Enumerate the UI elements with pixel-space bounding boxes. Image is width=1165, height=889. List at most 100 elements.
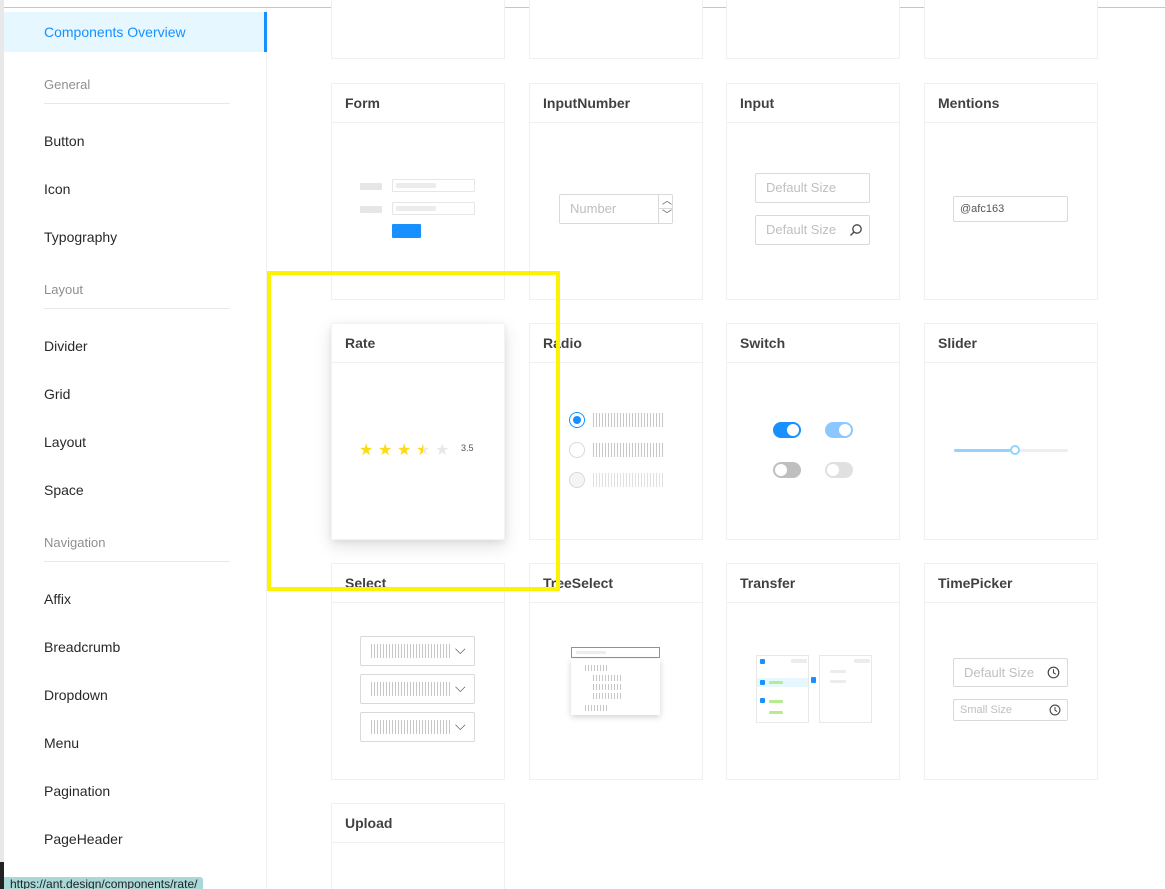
sidebar-item-pagination[interactable]: Pagination xyxy=(4,771,267,811)
card-title: TimePicker xyxy=(925,564,1097,603)
component-card-partial[interactable] xyxy=(529,0,703,59)
component-card-partial[interactable] xyxy=(331,0,505,59)
radio-disabled xyxy=(569,472,585,488)
component-card-upload[interactable]: Upload xyxy=(331,803,505,889)
sidebar-item-icon[interactable]: Icon xyxy=(4,169,267,209)
mentions-input: @afc163 xyxy=(953,196,1068,222)
card-title: Rate xyxy=(332,324,504,363)
select-box: ⌵ xyxy=(360,674,475,704)
card-title: Switch xyxy=(727,324,899,363)
chevron-up-icon: ︿ xyxy=(662,196,672,207)
sidebar-item-button[interactable]: Button xyxy=(4,121,267,161)
switch-on xyxy=(773,422,801,438)
number-stepper: ︿ ﹀ xyxy=(658,195,673,223)
card-title: Slider xyxy=(925,324,1097,363)
switch-off-disabled xyxy=(825,462,853,478)
switch-preview xyxy=(727,363,899,539)
chevron-down-icon: ﹀ xyxy=(662,210,672,221)
treeselect-input xyxy=(571,647,660,658)
card-title: Upload xyxy=(332,804,504,843)
component-card-partial[interactable] xyxy=(924,0,1098,59)
component-card-timepicker[interactable]: TimePicker Default Size Small Size xyxy=(924,563,1098,780)
sidebar-item-menu[interactable]: Menu xyxy=(4,723,267,763)
transfer-source-list xyxy=(756,655,809,723)
clock-icon xyxy=(1049,704,1061,716)
radio-label-placeholder xyxy=(593,473,663,487)
sidebar-item-breadcrumb[interactable]: Breadcrumb xyxy=(4,627,267,667)
component-card-radio[interactable]: Radio xyxy=(529,323,703,540)
input-preview: Default Size Default Size xyxy=(727,123,899,299)
treeselect-preview xyxy=(530,603,702,779)
transfer-preview xyxy=(727,603,899,779)
input-placeholder: Default Size xyxy=(755,173,870,203)
treeselect-dropdown xyxy=(571,659,660,715)
search-icon xyxy=(850,224,862,236)
component-card-partial[interactable] xyxy=(726,0,900,59)
slider-preview xyxy=(925,363,1097,539)
card-title: Radio xyxy=(530,324,702,363)
component-card-switch[interactable]: Switch xyxy=(726,323,900,540)
clock-icon xyxy=(1047,666,1060,679)
form-submit-placeholder xyxy=(392,224,421,238)
sidebar-item-affix[interactable]: Affix xyxy=(4,579,267,619)
component-card-treeselect[interactable]: TreeSelect xyxy=(529,563,703,780)
component-card-form[interactable]: Form xyxy=(331,83,505,300)
slider-handle xyxy=(1010,445,1020,455)
sidebar-group-general: General xyxy=(44,68,230,104)
form-preview xyxy=(332,123,504,299)
star-icon-filled: ★ xyxy=(359,442,374,459)
slider-track xyxy=(954,449,1014,452)
card-title: Input xyxy=(727,84,899,123)
card-title: InputNumber xyxy=(530,84,702,123)
sidebar-item-pageheader[interactable]: PageHeader xyxy=(4,819,267,859)
sidebar-group-layout: Layout xyxy=(44,273,230,309)
rate-value: 3.5 xyxy=(461,443,474,453)
component-card-transfer[interactable]: Transfer xyxy=(726,563,900,780)
component-card-slider[interactable]: Slider xyxy=(924,323,1098,540)
sidebar-item-dropdown[interactable]: Dropdown xyxy=(4,675,267,715)
radio-label-placeholder xyxy=(593,413,663,427)
card-title: Transfer xyxy=(727,564,899,603)
radio-preview xyxy=(530,363,702,539)
star-icon-empty: ★ xyxy=(435,442,450,459)
form-label-placeholder xyxy=(360,183,382,190)
form-field-text xyxy=(396,183,436,188)
status-url: https://ant.design/components/rate/ xyxy=(4,877,204,889)
card-title: Form xyxy=(332,84,504,123)
card-title: Select xyxy=(332,564,504,603)
sidebar-item-grid[interactable]: Grid xyxy=(4,374,267,414)
sidebar-item-space[interactable]: Space xyxy=(4,470,267,510)
switch-on-disabled xyxy=(825,422,853,438)
chevron-down-icon: ⌵ xyxy=(455,679,466,695)
component-card-inputnumber[interactable]: InputNumber Number ︿ ﹀ xyxy=(529,83,703,300)
star-icon-filled: ★ xyxy=(378,442,393,459)
star-icon-filled: ★ xyxy=(397,442,412,459)
sidebar-item-typography[interactable]: Typography xyxy=(4,217,267,257)
sidebar-item-components-overview[interactable]: Components Overview xyxy=(4,12,267,52)
component-card-input[interactable]: Input Default Size Default Size xyxy=(726,83,900,300)
number-input-placeholder: Number xyxy=(559,194,673,224)
inputnumber-preview: Number ︿ ﹀ xyxy=(530,123,702,299)
select-box: ⌵ xyxy=(360,712,475,742)
transfer-arrow xyxy=(811,677,816,683)
component-card-select[interactable]: Select ⌵ ⌵ ⌵ xyxy=(331,563,505,780)
sidebar-item-layout[interactable]: Layout xyxy=(4,422,267,462)
rate-preview: ★ ★ ★ ★ ★ 3.5 xyxy=(332,363,504,539)
chevron-down-icon: ⌵ xyxy=(455,641,466,657)
radio-label-placeholder xyxy=(593,443,663,457)
radio-checked xyxy=(569,412,585,428)
component-card-rate[interactable]: Rate ★ ★ ★ ★ ★ 3.5 xyxy=(331,323,505,540)
component-card-mentions[interactable]: Mentions @afc163 xyxy=(924,83,1098,300)
transfer-target-list xyxy=(819,655,872,723)
switch-off xyxy=(773,462,801,478)
form-label-placeholder xyxy=(360,206,382,213)
select-preview: ⌵ ⌵ ⌵ xyxy=(332,603,504,779)
sidebar-menu: Components Overview General Button Icon … xyxy=(4,8,267,889)
form-field-text xyxy=(396,206,436,211)
chevron-down-icon: ⌵ xyxy=(455,717,466,733)
timepicker-preview: Default Size Small Size xyxy=(925,603,1097,779)
sidebar-item-divider[interactable]: Divider xyxy=(4,326,267,366)
mentions-preview: @afc163 xyxy=(925,123,1097,299)
card-title: TreeSelect xyxy=(530,564,702,603)
radio-unchecked xyxy=(569,442,585,458)
